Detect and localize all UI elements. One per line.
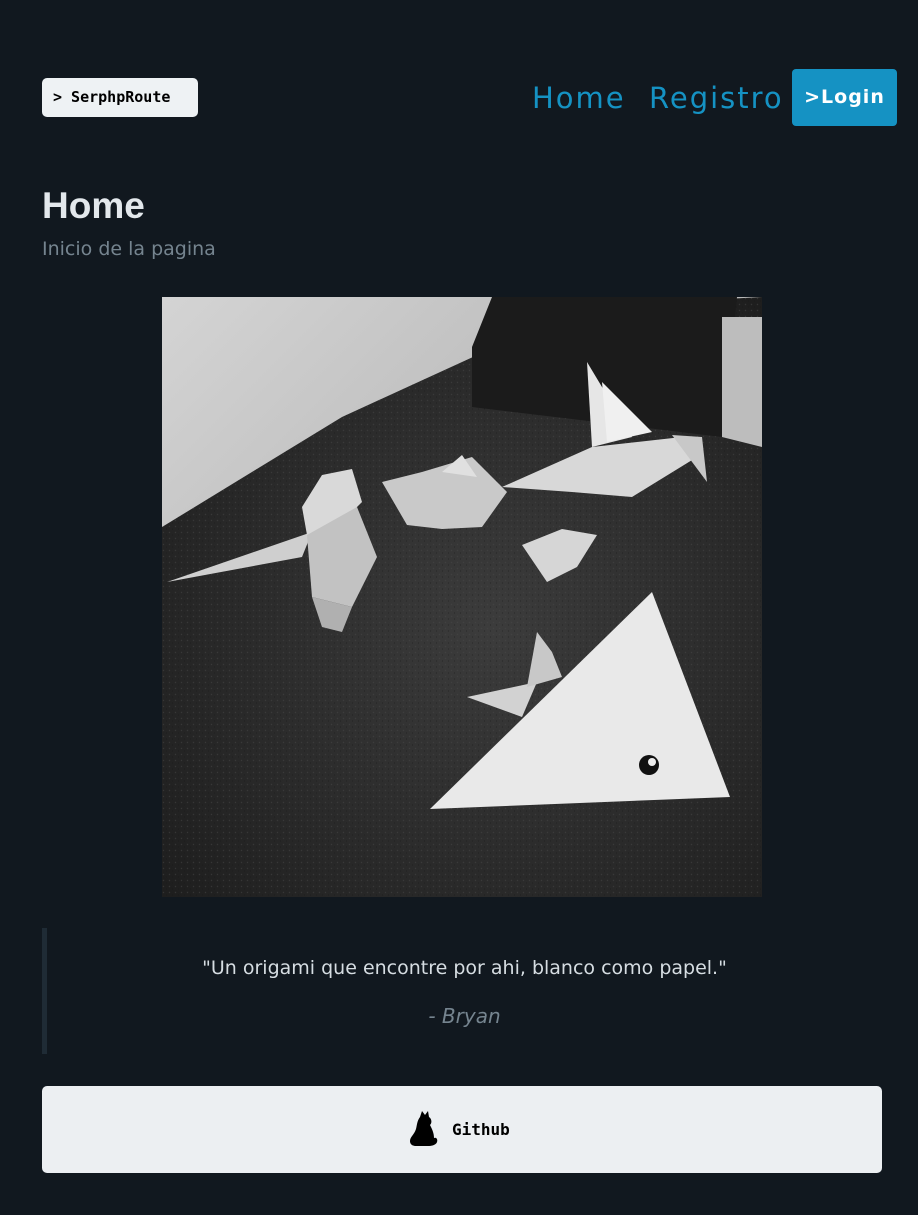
quote-author: - Bryan	[428, 1004, 501, 1028]
github-button-label: Github	[452, 1119, 510, 1139]
cat-icon	[410, 1111, 438, 1146]
github-button[interactable]: Github	[42, 1086, 882, 1173]
quote-text: "Un origami que encontre por ahi, blanco…	[202, 957, 727, 979]
page-subtitle: Inicio de la pagina	[42, 238, 216, 260]
github-button-content: Github	[410, 1111, 510, 1147]
login-button[interactable]: >Login	[792, 69, 897, 126]
nav-link-registro[interactable]: Registro	[649, 78, 784, 118]
nav-link-home[interactable]: Home	[532, 78, 626, 118]
quote-block: "Un origami que encontre por ahi, blanco…	[42, 928, 882, 1054]
origami-photo	[162, 297, 762, 897]
page-title: Home	[42, 185, 145, 226]
brand-button[interactable]: > SerphpRoute	[42, 78, 198, 117]
